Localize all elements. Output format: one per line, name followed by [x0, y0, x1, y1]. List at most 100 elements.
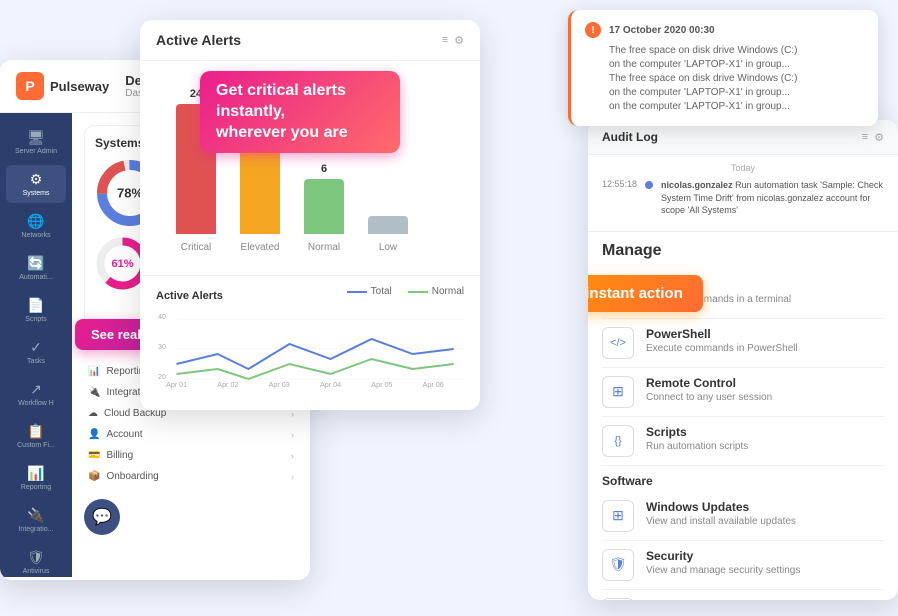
sidebar-item-workflow[interactable]: ↗ Workflow H [6, 375, 66, 413]
audit-card-icons: ≡ ⚙ [862, 131, 884, 144]
audit-body: Today 12:55:18 nicolas.gonzalez Run auto… [588, 155, 898, 232]
manage-item-content: Remote Control Connect to any user sessi… [646, 376, 884, 403]
chevron-icon: › [291, 430, 294, 440]
sidebar-item-networks[interactable]: 🌐 Networks [6, 207, 66, 245]
breakdown-percent: 61% [111, 258, 133, 270]
chevron-icon: › [291, 409, 294, 419]
nav-account[interactable]: 👤 Account › [84, 424, 298, 445]
manage-item-content: Windows Updates View and install availab… [646, 500, 884, 527]
sidebar-label: Antivirus [23, 568, 50, 575]
svg-text:40: 40 [158, 313, 166, 321]
manage-item-security[interactable]: 🛡 Security View and manage security sett… [602, 541, 884, 590]
sidebar-item-custom[interactable]: 📋 Custom Fi... [6, 417, 66, 455]
audit-menu-icon[interactable]: ≡ [862, 131, 868, 144]
security-name: Security [646, 549, 884, 563]
server-admin-icon: 🖥 [27, 129, 45, 146]
svg-text:Apr 03: Apr 03 [269, 381, 290, 389]
sidebar-item-scripts[interactable]: 📄 Scripts [6, 291, 66, 329]
bar-label-normal: Normal [308, 242, 340, 253]
bar-label-elevated: Elevated [241, 242, 280, 253]
chevron-icon: › [291, 451, 294, 461]
nav-item-left: 📦 Onboarding [88, 471, 159, 482]
integrations-icon-small: 🔌 [88, 387, 100, 398]
sidebar-item-tasks[interactable]: ✓ Tasks [6, 333, 66, 371]
manage-item-powershell[interactable]: </> PowerShell Execute commands in Power… [602, 319, 884, 368]
manage-panel: Audit Log ≡ ⚙ Today 12:55:18 nicolas.gon… [588, 120, 898, 600]
second-chart-area: Active Alerts Total Normal 40 30 20 [140, 275, 480, 399]
sidebar-label: Systems [23, 190, 50, 197]
audit-entry: 12:55:18 nicolas.gonzalez Run automation… [602, 179, 884, 217]
sidebar-label: Workflow H [18, 400, 54, 407]
remote-icon: ⊞ [602, 376, 634, 408]
reporting-icon: 📊 [27, 465, 44, 482]
applications-name: Applications [646, 598, 884, 600]
manage-item-remote[interactable]: ⊞ Remote Control Connect to any user ses… [602, 368, 884, 417]
bar-group-low: Low [368, 212, 408, 253]
sidebar-label: Networks [21, 232, 50, 239]
svg-text:Apr 06: Apr 06 [423, 381, 444, 389]
legend-total: Total [347, 286, 392, 297]
bar-elevated [240, 144, 280, 234]
toast-header: ! 17 October 2020 00:30 [585, 22, 864, 38]
sidebar-item-server-admin[interactable]: 🖥 Server Admin [6, 123, 66, 161]
manage-item-applications[interactable]: 📦 Applications Manage installed applicat… [602, 590, 884, 600]
remote-name: Remote Control [646, 376, 884, 390]
systems-icon: ⚙ [30, 171, 43, 188]
onboarding-icon-small: 📦 [88, 471, 100, 482]
powershell-icon: </> [602, 327, 634, 359]
custom-icon: 📋 [27, 423, 44, 440]
notification-toast: ! 17 October 2020 00:30 The free space o… [568, 10, 878, 126]
applications-icon: 📦 [602, 598, 634, 600]
alerts-settings-icon[interactable]: ⚙ [454, 34, 464, 47]
chart-header: Active Alerts Total Normal [156, 286, 464, 305]
billing-icon-small: 💳 [88, 450, 100, 461]
legend-label-total: Total [371, 286, 392, 297]
sidebar-label: Custom Fi... [17, 442, 55, 449]
windows-updates-name: Windows Updates [646, 500, 884, 514]
security-icon: 🛡 [602, 549, 634, 581]
scripts-manage-icon: {} [602, 425, 634, 457]
windows-updates-icon: ⊞ [602, 500, 634, 532]
nav-item-left: 👤 Account [88, 429, 143, 440]
bar-label-critical: Critical [181, 242, 212, 253]
integrations-icon: 🔌 [27, 507, 44, 524]
sidebar-item-systems[interactable]: ⚙ Systems [6, 165, 66, 203]
manage-item-content: Scripts Run automation scripts [646, 425, 884, 452]
sidebar-item-reporting[interactable]: 📊 Reporting [6, 459, 66, 497]
sidebar-item-antivirus[interactable]: 🛡 Antivirus [6, 543, 66, 580]
bar-label-low: Low [379, 242, 397, 253]
bar-normal [304, 179, 344, 234]
powershell-desc: Execute commands in PowerShell [646, 343, 884, 354]
toast-time: 17 October 2020 00:30 [609, 25, 715, 36]
chat-button[interactable]: 💬 [84, 499, 120, 535]
remote-desc: Connect to any user session [646, 392, 884, 403]
nav-billing[interactable]: 💳 Billing › [84, 445, 298, 466]
chart-legend: Total Normal [347, 286, 464, 297]
sidebar-label: Automati... [19, 274, 52, 281]
audit-settings-icon[interactable]: ⚙ [874, 131, 884, 144]
alert-icon: ! [585, 22, 601, 38]
sidebar-item-integrations[interactable]: 🔌 Integratio... [6, 501, 66, 539]
account-icon-small: 👤 [88, 429, 100, 440]
automation-icon: 🔄 [27, 255, 44, 272]
svg-text:Apr 04: Apr 04 [320, 381, 341, 389]
nav-billing-label: Billing [106, 450, 133, 461]
manage-item-windows-updates[interactable]: ⊞ Windows Updates View and install avail… [602, 492, 884, 541]
sidebar: 🖥 Server Admin ⚙ Systems 🌐 Networks 🔄 Au… [0, 113, 72, 577]
svg-text:30: 30 [158, 343, 166, 351]
nav-onboarding[interactable]: 📦 Onboarding › [84, 466, 298, 487]
audit-time: 12:55:18 [602, 179, 637, 189]
manage-item-content: Security View and manage security settin… [646, 549, 884, 576]
sidebar-label: Integratio... [18, 526, 53, 533]
software-divider: Software [602, 474, 884, 488]
sidebar-item-automation[interactable]: 🔄 Automati... [6, 249, 66, 287]
nav-onboarding-label: Onboarding [106, 471, 158, 482]
chart-title: Active Alerts [156, 290, 223, 302]
legend-normal: Normal [408, 286, 464, 297]
sparkline-area: 40 30 20 Apr 01 Apr 02 Apr 03 Apr 04 Apr… [156, 309, 464, 389]
pulseway-logo: P Pulseway [16, 72, 109, 100]
alerts-menu-icon[interactable]: ≡ [442, 34, 448, 47]
manage-item-scripts[interactable]: {} Scripts Run automation scripts [602, 417, 884, 466]
workflow-icon: ↗ [30, 381, 42, 398]
chevron-icon: › [291, 472, 294, 482]
